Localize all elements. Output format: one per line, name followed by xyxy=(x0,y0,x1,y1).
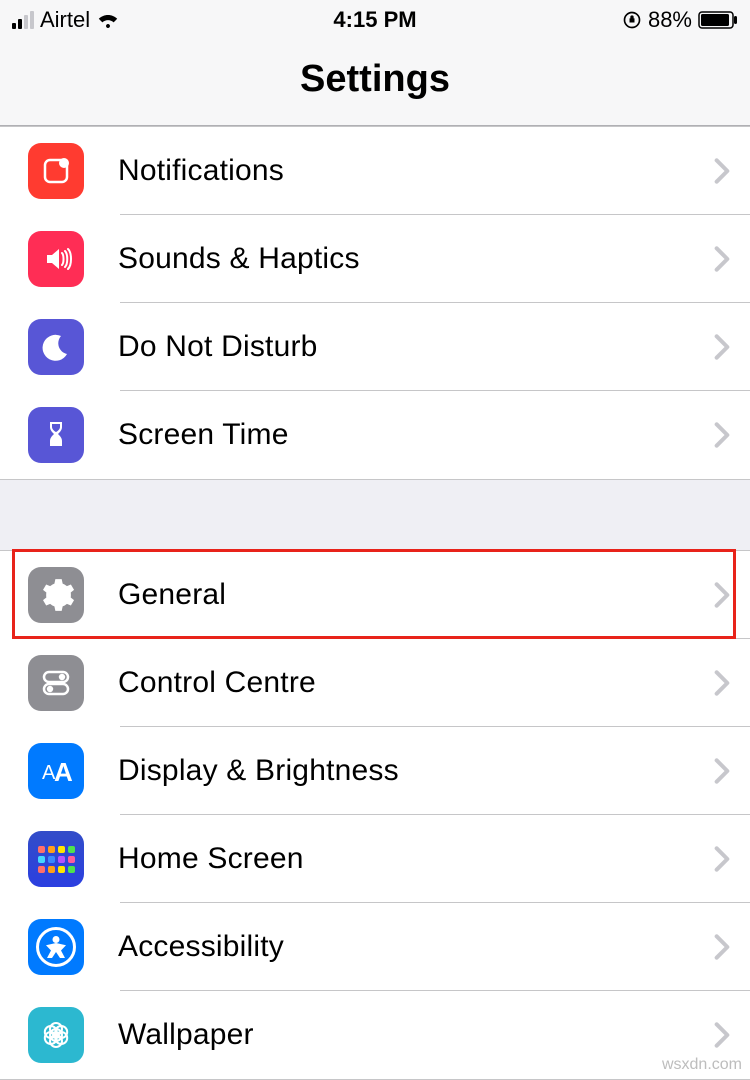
chevron-right-icon xyxy=(714,421,730,449)
home-screen-icon xyxy=(28,831,84,887)
chevron-right-icon xyxy=(714,757,730,785)
settings-row-sounds[interactable]: Sounds & Haptics xyxy=(0,215,750,303)
settings-row-dnd[interactable]: Do Not Disturb xyxy=(0,303,750,391)
chevron-right-icon xyxy=(714,1021,730,1049)
chevron-right-icon xyxy=(714,245,730,273)
row-label: Home Screen xyxy=(118,842,714,876)
wallpaper-icon xyxy=(28,1007,84,1063)
display-brightness-icon: AA xyxy=(28,743,84,799)
status-left: Airtel xyxy=(12,7,120,33)
chevron-right-icon xyxy=(714,845,730,873)
page-title: Settings xyxy=(0,58,750,101)
section-gap xyxy=(0,480,750,550)
wifi-icon xyxy=(96,8,120,32)
settings-section-1: Notifications Sounds & Haptics Do Not Di… xyxy=(0,126,750,480)
settings-row-wallpaper[interactable]: Wallpaper xyxy=(0,991,750,1079)
battery-icon xyxy=(698,11,738,29)
row-label: Notifications xyxy=(118,154,714,188)
row-label: Screen Time xyxy=(118,418,714,452)
svg-text:A: A xyxy=(54,757,73,787)
signal-strength-icon xyxy=(12,11,34,29)
accessibility-icon xyxy=(28,919,84,975)
row-label: General xyxy=(118,578,714,612)
settings-row-notifications[interactable]: Notifications xyxy=(0,127,750,215)
chevron-right-icon xyxy=(714,933,730,961)
battery-percentage: 88% xyxy=(648,7,692,33)
watermark: wsxdn.com xyxy=(662,1056,742,1074)
dnd-icon xyxy=(28,319,84,375)
rotation-lock-icon xyxy=(622,10,642,30)
control-centre-icon xyxy=(28,655,84,711)
settings-row-control-centre[interactable]: Control Centre xyxy=(0,639,750,727)
gear-icon xyxy=(28,567,84,623)
settings-row-general[interactable]: General xyxy=(0,551,750,639)
settings-row-screentime[interactable]: Screen Time xyxy=(0,391,750,479)
row-label: Control Centre xyxy=(118,666,714,700)
settings-section-2: General Control Centre AA Display & Brig… xyxy=(0,550,750,1080)
carrier-label: Airtel xyxy=(40,7,90,33)
screentime-icon xyxy=(28,407,84,463)
status-right: 88% xyxy=(622,7,738,33)
row-label: Display & Brightness xyxy=(118,754,714,788)
status-time: 4:15 PM xyxy=(333,7,416,33)
settings-header: Settings xyxy=(0,40,750,126)
sounds-icon xyxy=(28,231,84,287)
settings-row-home-screen[interactable]: Home Screen xyxy=(0,815,750,903)
chevron-right-icon xyxy=(714,157,730,185)
settings-row-display[interactable]: AA Display & Brightness xyxy=(0,727,750,815)
chevron-right-icon xyxy=(714,669,730,697)
row-label: Wallpaper xyxy=(118,1018,714,1052)
row-label: Accessibility xyxy=(118,930,714,964)
settings-row-accessibility[interactable]: Accessibility xyxy=(0,903,750,991)
chevron-right-icon xyxy=(714,333,730,361)
row-label: Sounds & Haptics xyxy=(118,242,714,276)
status-bar: Airtel 4:15 PM 88% xyxy=(0,0,750,40)
notifications-icon xyxy=(28,143,84,199)
chevron-right-icon xyxy=(714,581,730,609)
row-label: Do Not Disturb xyxy=(118,330,714,364)
